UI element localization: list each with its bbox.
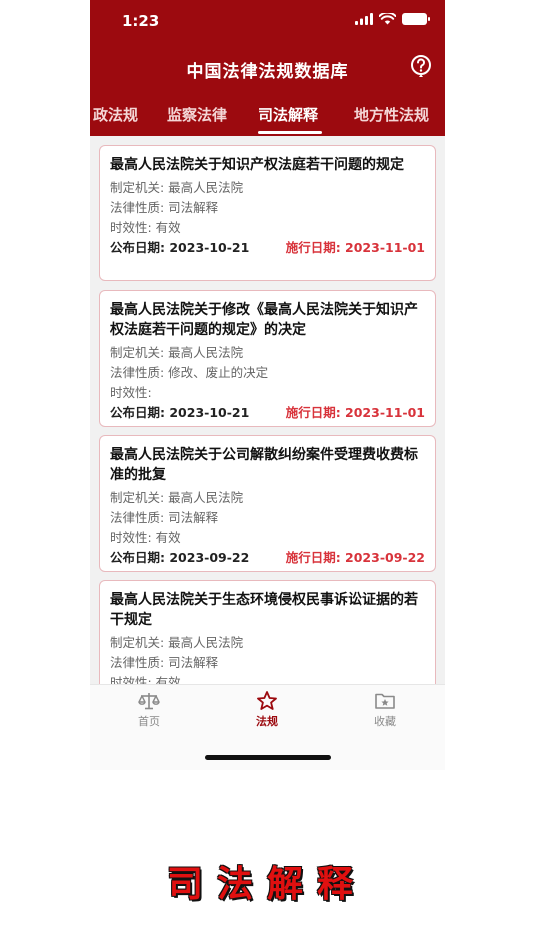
tab-supervisory-law[interactable]: 监察法律 <box>167 104 227 125</box>
law-title: 最高人民法院关于生态环境侵权民事诉讼证据的若干规定 <box>110 592 418 628</box>
nav-home[interactable]: 首页 <box>109 691 189 729</box>
effective-date: 施行日期: 2023-11-01 <box>285 405 425 420</box>
page-title: 中国法律法规数据库 <box>186 62 349 82</box>
scale-icon <box>138 693 160 710</box>
effective-date: 施行日期: 2023-09-22 <box>285 550 425 565</box>
wifi-icon <box>379 13 396 25</box>
law-nature: 法律性质: 修改、废止的决定 <box>110 365 269 380</box>
active-tab-indicator <box>258 131 322 134</box>
law-validity: 时效性: 有效 <box>110 675 181 684</box>
law-authority: 制定机关: 最高人民法院 <box>110 490 244 505</box>
law-card[interactable]: 最高人民法院关于修改《最高人民法院关于知识产权法庭若干问题的规定》的决定 制定机… <box>99 290 436 427</box>
law-title: 最高人民法院关于知识产权法庭若干问题的规定 <box>110 157 404 173</box>
help-icon[interactable] <box>409 54 433 78</box>
law-title: 最高人民法院关于公司解散纠纷案件受理费收费标准的批复 <box>110 447 418 483</box>
law-dates: 公布日期: 2023-09-22 施行日期: 2023-09-22 <box>110 548 425 568</box>
nav-laws-label: 法规 <box>256 715 278 728</box>
publish-date: 公布日期: 2023-10-21 <box>110 240 250 255</box>
nav-favorites-label: 收藏 <box>374 715 396 728</box>
law-authority: 制定机关: 最高人民法院 <box>110 180 244 195</box>
law-validity: 时效性: 有效 <box>110 220 181 235</box>
law-authority: 制定机关: 最高人民法院 <box>110 635 244 650</box>
phone-screen: 1:23 中国法律法规数据库 政法规 监察法律 司法解释 地方性法规 最高人民法… <box>90 0 445 770</box>
battery-icon <box>402 13 430 25</box>
home-indicator <box>205 755 331 760</box>
nav-home-label: 首页 <box>138 715 160 728</box>
law-nature: 法律性质: 司法解释 <box>110 200 219 215</box>
status-icons <box>355 13 430 25</box>
law-card[interactable]: 最高人民法院关于公司解散纠纷案件受理费收费标准的批复 制定机关: 最高人民法院 … <box>99 435 436 572</box>
law-title: 最高人民法院关于修改《最高人民法院关于知识产权法庭若干问题的规定》的决定 <box>110 302 418 338</box>
tab-judicial-interpretation[interactable]: 司法解释 <box>258 104 318 125</box>
signal-icon <box>355 13 373 25</box>
app-header: 1:23 中国法律法规数据库 政法规 监察法律 司法解释 地方性法规 <box>90 0 445 136</box>
tab-administrative-regulations[interactable]: 政法规 <box>93 104 138 125</box>
publish-date: 公布日期: 2023-09-22 <box>110 550 250 565</box>
nav-laws[interactable]: 法规 <box>227 691 307 729</box>
law-nature: 法律性质: 司法解释 <box>110 510 219 525</box>
law-nature: 法律性质: 司法解释 <box>110 655 219 670</box>
law-list[interactable]: 最高人民法院关于知识产权法庭若干问题的规定 制定机关: 最高人民法院 法律性质:… <box>90 136 445 684</box>
law-dates: 公布日期: 2023-10-21 施行日期: 2023-11-01 <box>110 238 425 258</box>
promo-caption: 司法解释 <box>166 863 367 905</box>
law-card[interactable]: 最高人民法院关于知识产权法庭若干问题的规定 制定机关: 最高人民法院 法律性质:… <box>99 145 436 281</box>
folder-star-icon <box>375 693 395 709</box>
star-icon <box>257 691 277 710</box>
nav-favorites[interactable]: 收藏 <box>345 691 425 729</box>
tab-local-regulations[interactable]: 地方性法规 <box>354 104 429 125</box>
publish-date: 公布日期: 2023-10-21 <box>110 405 250 420</box>
law-dates: 公布日期: 2023-10-21 施行日期: 2023-11-01 <box>110 403 425 423</box>
law-validity: 时效性: <box>110 385 152 400</box>
status-time: 1:23 <box>122 12 160 30</box>
law-validity: 时效性: 有效 <box>110 530 181 545</box>
effective-date: 施行日期: 2023-11-01 <box>285 240 425 255</box>
law-card[interactable]: 最高人民法院关于生态环境侵权民事诉讼证据的若干规定 制定机关: 最高人民法院 法… <box>99 580 436 684</box>
category-tabs: 政法规 监察法律 司法解释 地方性法规 <box>90 96 445 136</box>
law-authority: 制定机关: 最高人民法院 <box>110 345 244 360</box>
